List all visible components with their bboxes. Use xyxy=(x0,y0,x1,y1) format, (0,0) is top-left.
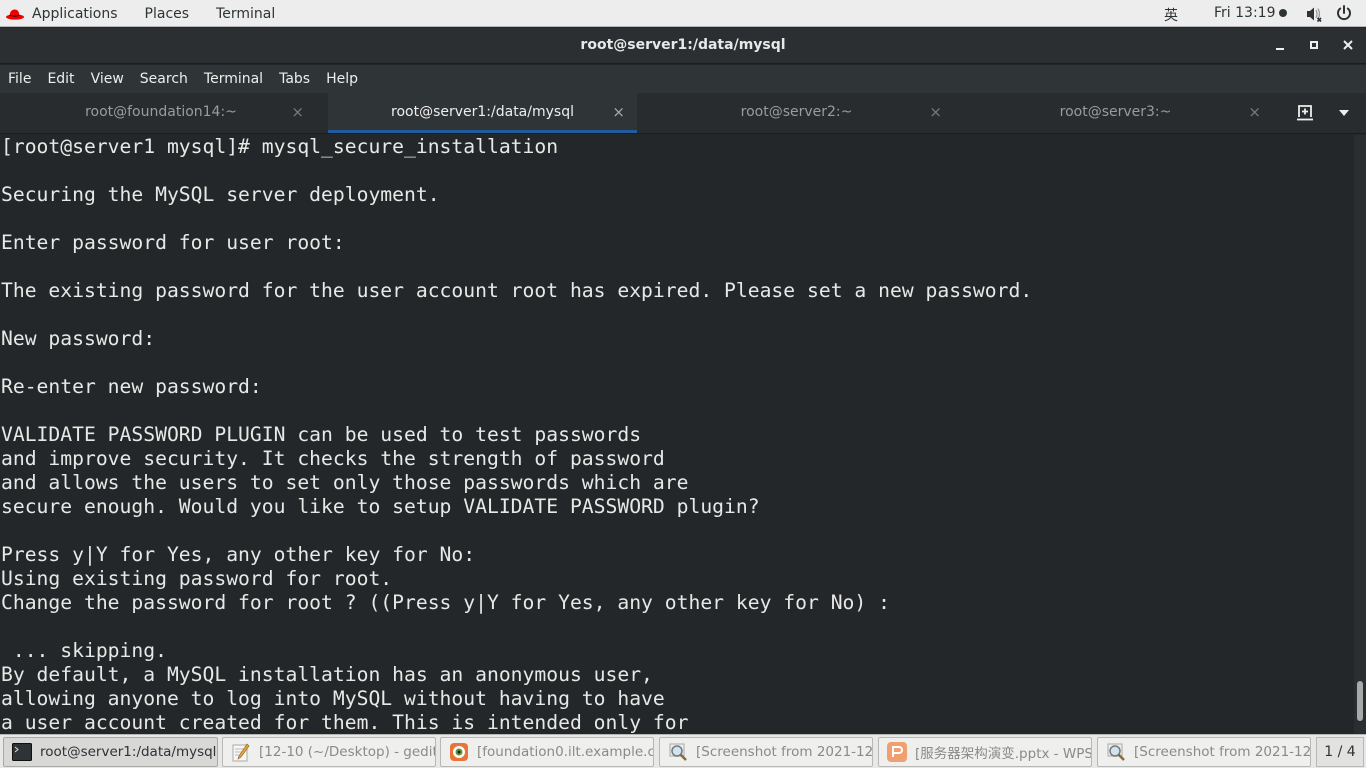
window-titlebar[interactable]: root@server1:/data/mysql xyxy=(0,28,1366,64)
terminal-scrollbar[interactable] xyxy=(1354,135,1366,734)
menu-help[interactable]: Help xyxy=(326,71,358,87)
applications-menu[interactable]: Applications xyxy=(6,6,118,22)
task-label: [12-10 (~/Desktop) - gedit] xyxy=(259,744,436,760)
tab-label: root@foundation14:~ xyxy=(85,104,237,120)
window-list-taskbar: root@server1:/data/mysql [12-10 (~/Deskt… xyxy=(0,734,1366,768)
applications-label: Applications xyxy=(32,5,118,22)
notification-dot-icon xyxy=(1279,9,1288,17)
tab-close-icon[interactable]: × xyxy=(1248,103,1261,121)
tab-label: root@server2:~ xyxy=(740,104,853,120)
task-label: [foundation0.ilt.example.co... xyxy=(477,744,654,760)
tab-foundation14[interactable]: root@foundation14:~ × xyxy=(0,93,328,133)
task-label: [Screenshot from 2021-12-... xyxy=(696,744,873,760)
menu-edit[interactable]: Edit xyxy=(47,71,74,87)
tab-label: root@server3:~ xyxy=(1059,104,1172,120)
tab-server1[interactable]: root@server1:/data/mysql × xyxy=(328,93,637,133)
tab-close-icon[interactable]: × xyxy=(291,103,304,121)
tab-bar: root@foundation14:~ × root@server1:/data… xyxy=(0,93,1366,134)
task-label: [Screenshot from 2021-12-... xyxy=(1134,744,1311,760)
task-label: root@server1:/data/mysql xyxy=(40,744,217,760)
task-wps-presentation[interactable]: [服务器架构演变.pptx - WPS... xyxy=(878,737,1092,767)
terminal-text: [root@server1 mysql]# mysql_secure_insta… xyxy=(1,135,1033,734)
places-menu[interactable]: Places xyxy=(145,6,190,22)
task-terminal[interactable]: root@server1:/data/mysql xyxy=(3,737,218,767)
redhat-logo-icon xyxy=(6,8,24,20)
maximize-button[interactable] xyxy=(1305,36,1323,54)
scrollbar-thumb[interactable] xyxy=(1357,681,1363,721)
task-screenshot-1[interactable]: [Screenshot from 2021-12-... xyxy=(659,737,873,767)
tab-server3[interactable]: root@server3:~ × xyxy=(956,93,1275,133)
menu-terminal[interactable]: Terminal xyxy=(204,71,263,87)
clock[interactable]: Fri 13:19 xyxy=(1214,5,1288,21)
volume-muted-icon[interactable] xyxy=(1305,5,1323,27)
power-icon[interactable] xyxy=(1335,4,1353,26)
tab-close-icon[interactable]: × xyxy=(929,103,942,121)
task-virt-viewer[interactable]: [foundation0.ilt.example.co... xyxy=(440,737,654,767)
minimize-button[interactable] xyxy=(1271,36,1289,54)
new-tab-icon xyxy=(1297,105,1313,121)
task-label: [服务器架构演变.pptx - WPS... xyxy=(915,746,1092,762)
tab-list-dropdown-icon[interactable] xyxy=(1339,110,1349,116)
clock-label: Fri 13:19 xyxy=(1214,5,1276,21)
menu-file[interactable]: File xyxy=(8,71,31,87)
close-icon xyxy=(1343,40,1353,50)
terminal-icon xyxy=(12,742,32,762)
new-tab-button[interactable] xyxy=(1296,104,1314,125)
menu-view[interactable]: View xyxy=(91,71,124,87)
window-title: root@server1:/data/mysql xyxy=(580,37,786,53)
image-viewer-icon xyxy=(668,742,688,762)
terminal-output[interactable]: [root@server1 mysql]# mysql_secure_insta… xyxy=(0,135,1354,734)
wps-presentation-icon xyxy=(887,742,907,762)
gedit-icon xyxy=(231,742,251,762)
tab-server2[interactable]: root@server2:~ × xyxy=(637,93,956,133)
minimize-icon xyxy=(1276,48,1284,50)
terminal-app-menu[interactable]: Terminal xyxy=(216,6,275,22)
tab-close-icon[interactable]: × xyxy=(612,103,625,121)
virt-viewer-icon xyxy=(449,742,469,762)
maximize-icon xyxy=(1310,41,1318,49)
close-window-button[interactable] xyxy=(1339,36,1357,54)
task-gedit[interactable]: [12-10 (~/Desktop) - gedit] xyxy=(222,737,436,767)
workspace-switcher[interactable]: 1 / 4 xyxy=(1316,737,1364,767)
tab-label: root@server1:/data/mysql xyxy=(391,104,574,120)
task-screenshot-2[interactable]: [Screenshot from 2021-12-... xyxy=(1097,737,1311,767)
menu-bar: File Edit View Search Terminal Tabs Help xyxy=(0,65,1366,93)
menu-search[interactable]: Search xyxy=(140,71,188,87)
input-method-indicator[interactable]: 英 xyxy=(1164,5,1178,25)
image-viewer-icon xyxy=(1106,742,1126,762)
top-panel: Applications Places Terminal 英 Fri 13:19 xyxy=(0,0,1366,27)
menu-tabs[interactable]: Tabs xyxy=(279,71,310,87)
